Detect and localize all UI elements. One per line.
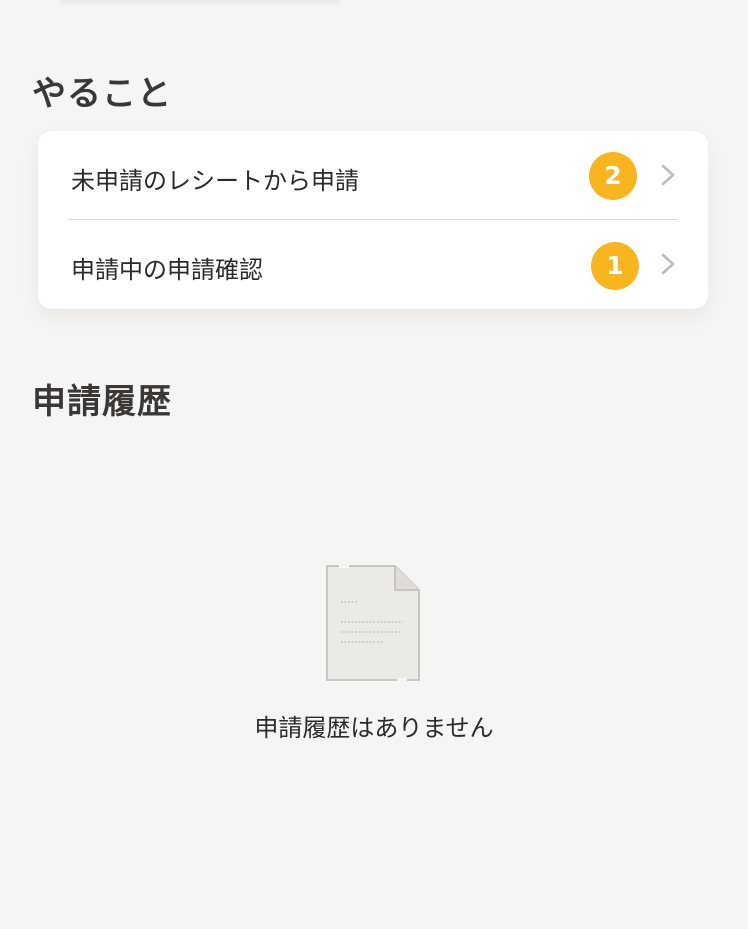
- chevron-right-icon: [661, 253, 675, 275]
- count-badge: 1: [591, 242, 639, 290]
- todo-item-label: 申請中の申請確認: [71, 256, 263, 284]
- chevron-right-icon: [661, 164, 675, 186]
- todo-section-title: やること: [32, 74, 172, 114]
- empty-history-message: 申請履歴はありません: [254, 714, 494, 742]
- history-section-title: 申請履歴: [32, 382, 172, 422]
- empty-document-icon: [326, 564, 420, 682]
- todo-card: 未申請のレシートから申請 2 申請中の申請確認 1: [38, 131, 708, 309]
- todo-item-unsubmitted-receipts[interactable]: 未申請のレシートから申請 2: [38, 131, 708, 219]
- count-badge: 2: [589, 152, 637, 200]
- todo-item-label: 未申請のレシートから申請: [71, 167, 359, 195]
- todo-item-pending-review[interactable]: 申請中の申請確認 1: [38, 220, 708, 308]
- top-edge-shadow: [60, 0, 340, 6]
